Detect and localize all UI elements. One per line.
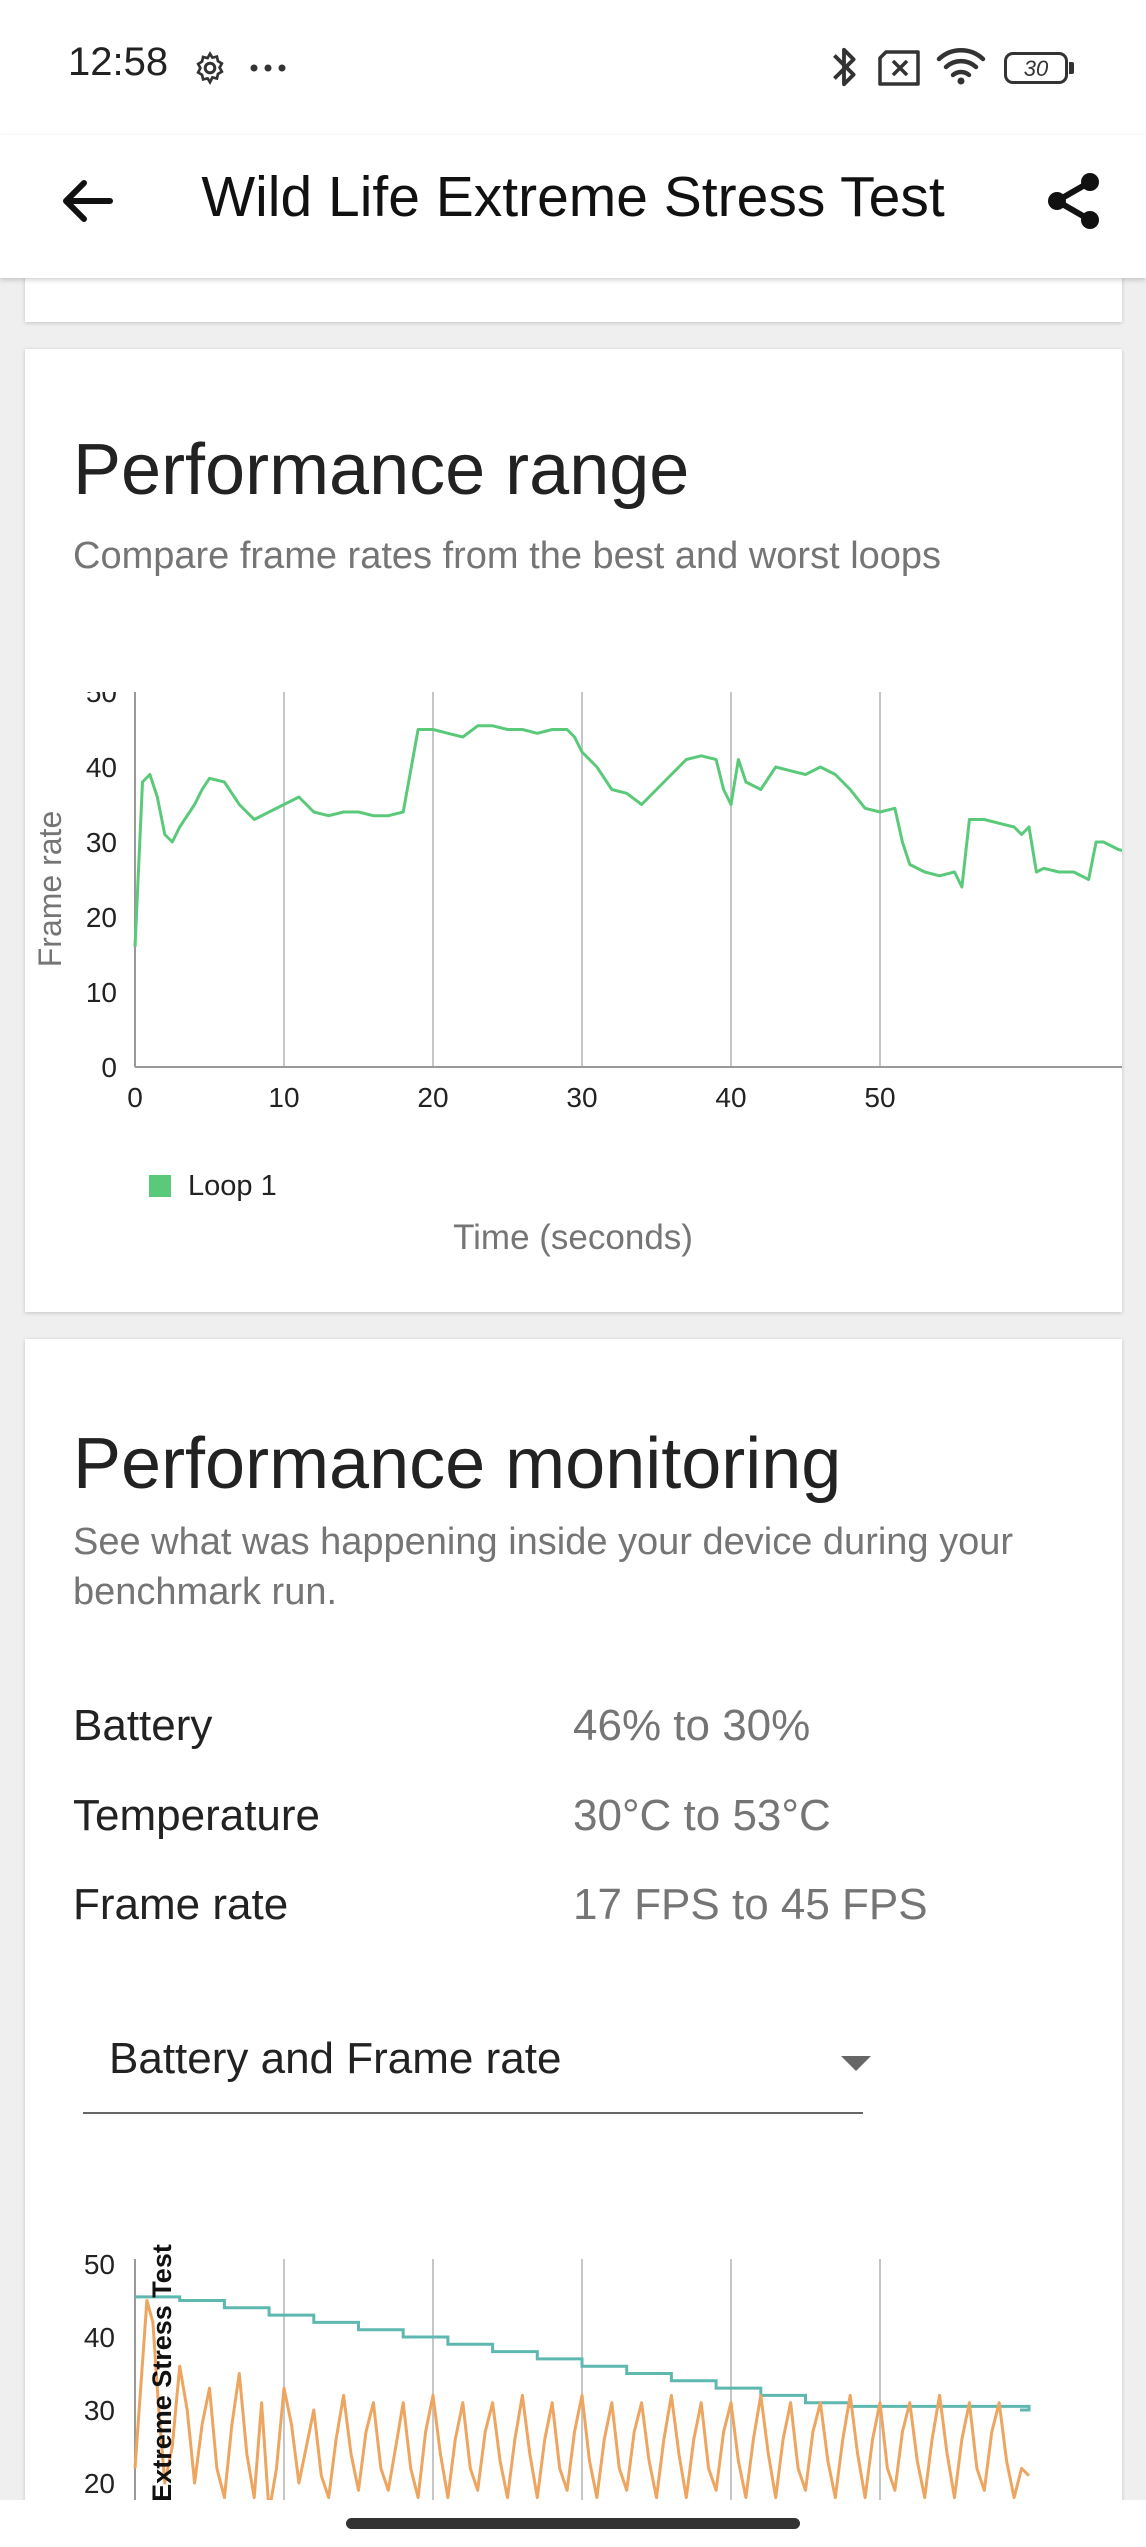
stat-label-battery: Battery <box>73 1701 213 1750</box>
battery-frame-rate-chart: 50 40 30 20 Extreme Stress Test <box>84 2244 1031 2547</box>
performance-monitoring-subtitle: See what was happening inside your devic… <box>73 1521 1014 1613</box>
screen: 12:58 30 Wild Life Extreme Stress Test P… <box>0 0 1146 2547</box>
x-tick-label: 30 <box>566 1082 597 1113</box>
x-tick-label: 50 <box>864 1082 895 1113</box>
navigation-bar <box>0 2500 1146 2547</box>
battery-level-text: 30 <box>1023 56 1049 81</box>
stat-label-frame-rate: Frame rate <box>73 1880 289 1929</box>
y-tick-label: 50 <box>86 692 117 708</box>
x-tick-label: 10 <box>268 1082 299 1113</box>
share-icon <box>1048 173 1099 229</box>
legend-label-loop-1: Loop 1 <box>188 1170 277 1202</box>
x-tick-label: 0 <box>127 1082 143 1113</box>
legend-swatch-loop-1 <box>149 1175 171 1197</box>
y-axis-label: Frame rate <box>32 811 68 967</box>
y-tick-label: 0 <box>101 1052 117 1083</box>
gesture-handle[interactable] <box>346 2518 800 2529</box>
more-dots-icon <box>250 64 286 72</box>
y-tick-label: 40 <box>86 752 117 783</box>
y-tick-label: 40 <box>84 2322 115 2353</box>
x-tick-label: 40 <box>715 1082 746 1113</box>
y-tick-label: 10 <box>86 977 117 1008</box>
y-tick-label: 50 <box>84 2249 115 2280</box>
x-axis-label: Time (seconds) <box>453 1218 693 1257</box>
bluetooth-icon <box>833 47 856 87</box>
stat-value-battery: 46% to 30% <box>573 1701 811 1750</box>
dropdown-selected-value: Battery and Frame rate <box>109 2034 562 2083</box>
page-title: Wild Life Extreme Stress Test <box>201 165 945 229</box>
battery-icon: 30 <box>1004 52 1074 84</box>
y-tick-label: 20 <box>84 2468 115 2499</box>
wifi-icon <box>936 48 986 85</box>
performance-range-card: Performance range Compare frame rates fr… <box>25 349 1122 1312</box>
performance-range-subtitle: Compare frame rates from the best and wo… <box>73 535 942 577</box>
settings-gear-icon <box>196 51 224 86</box>
app-bar: Wild Life Extreme Stress Test <box>0 135 1146 278</box>
stat-value-frame-rate: 17 FPS to 45 FPS <box>573 1880 928 1929</box>
performance-range-title: Performance range <box>73 430 690 510</box>
chart-vertical-label: Extreme Stress Test <box>147 2244 177 2502</box>
y-tick-label: 30 <box>84 2395 115 2426</box>
no-sim-icon <box>878 50 920 86</box>
status-time: 12:58 <box>68 40 169 84</box>
performance-monitoring-title: Performance monitoring <box>73 1424 842 1504</box>
status-bar: 12:58 30 <box>0 0 1146 135</box>
metric-dropdown[interactable]: Battery and Frame rate <box>83 1996 871 2114</box>
performance-monitoring-card: Performance monitoring See what was happ… <box>25 1339 1122 2547</box>
stat-value-temperature: 30°C to 53°C <box>573 1791 831 1840</box>
frame-rate-chart: 0 10 20 30 40 50 0 10 20 30 40 50 Frame rate Loop 1… <box>32 692 1122 1257</box>
share-button[interactable] <box>1034 161 1114 241</box>
dropdown-arrow-icon <box>841 2056 871 2071</box>
y-tick-label: 20 <box>86 902 117 933</box>
y-tick-label: 30 <box>86 827 117 858</box>
stat-label-temperature: Temperature <box>73 1791 321 1840</box>
x-tick-label: 20 <box>417 1082 448 1113</box>
